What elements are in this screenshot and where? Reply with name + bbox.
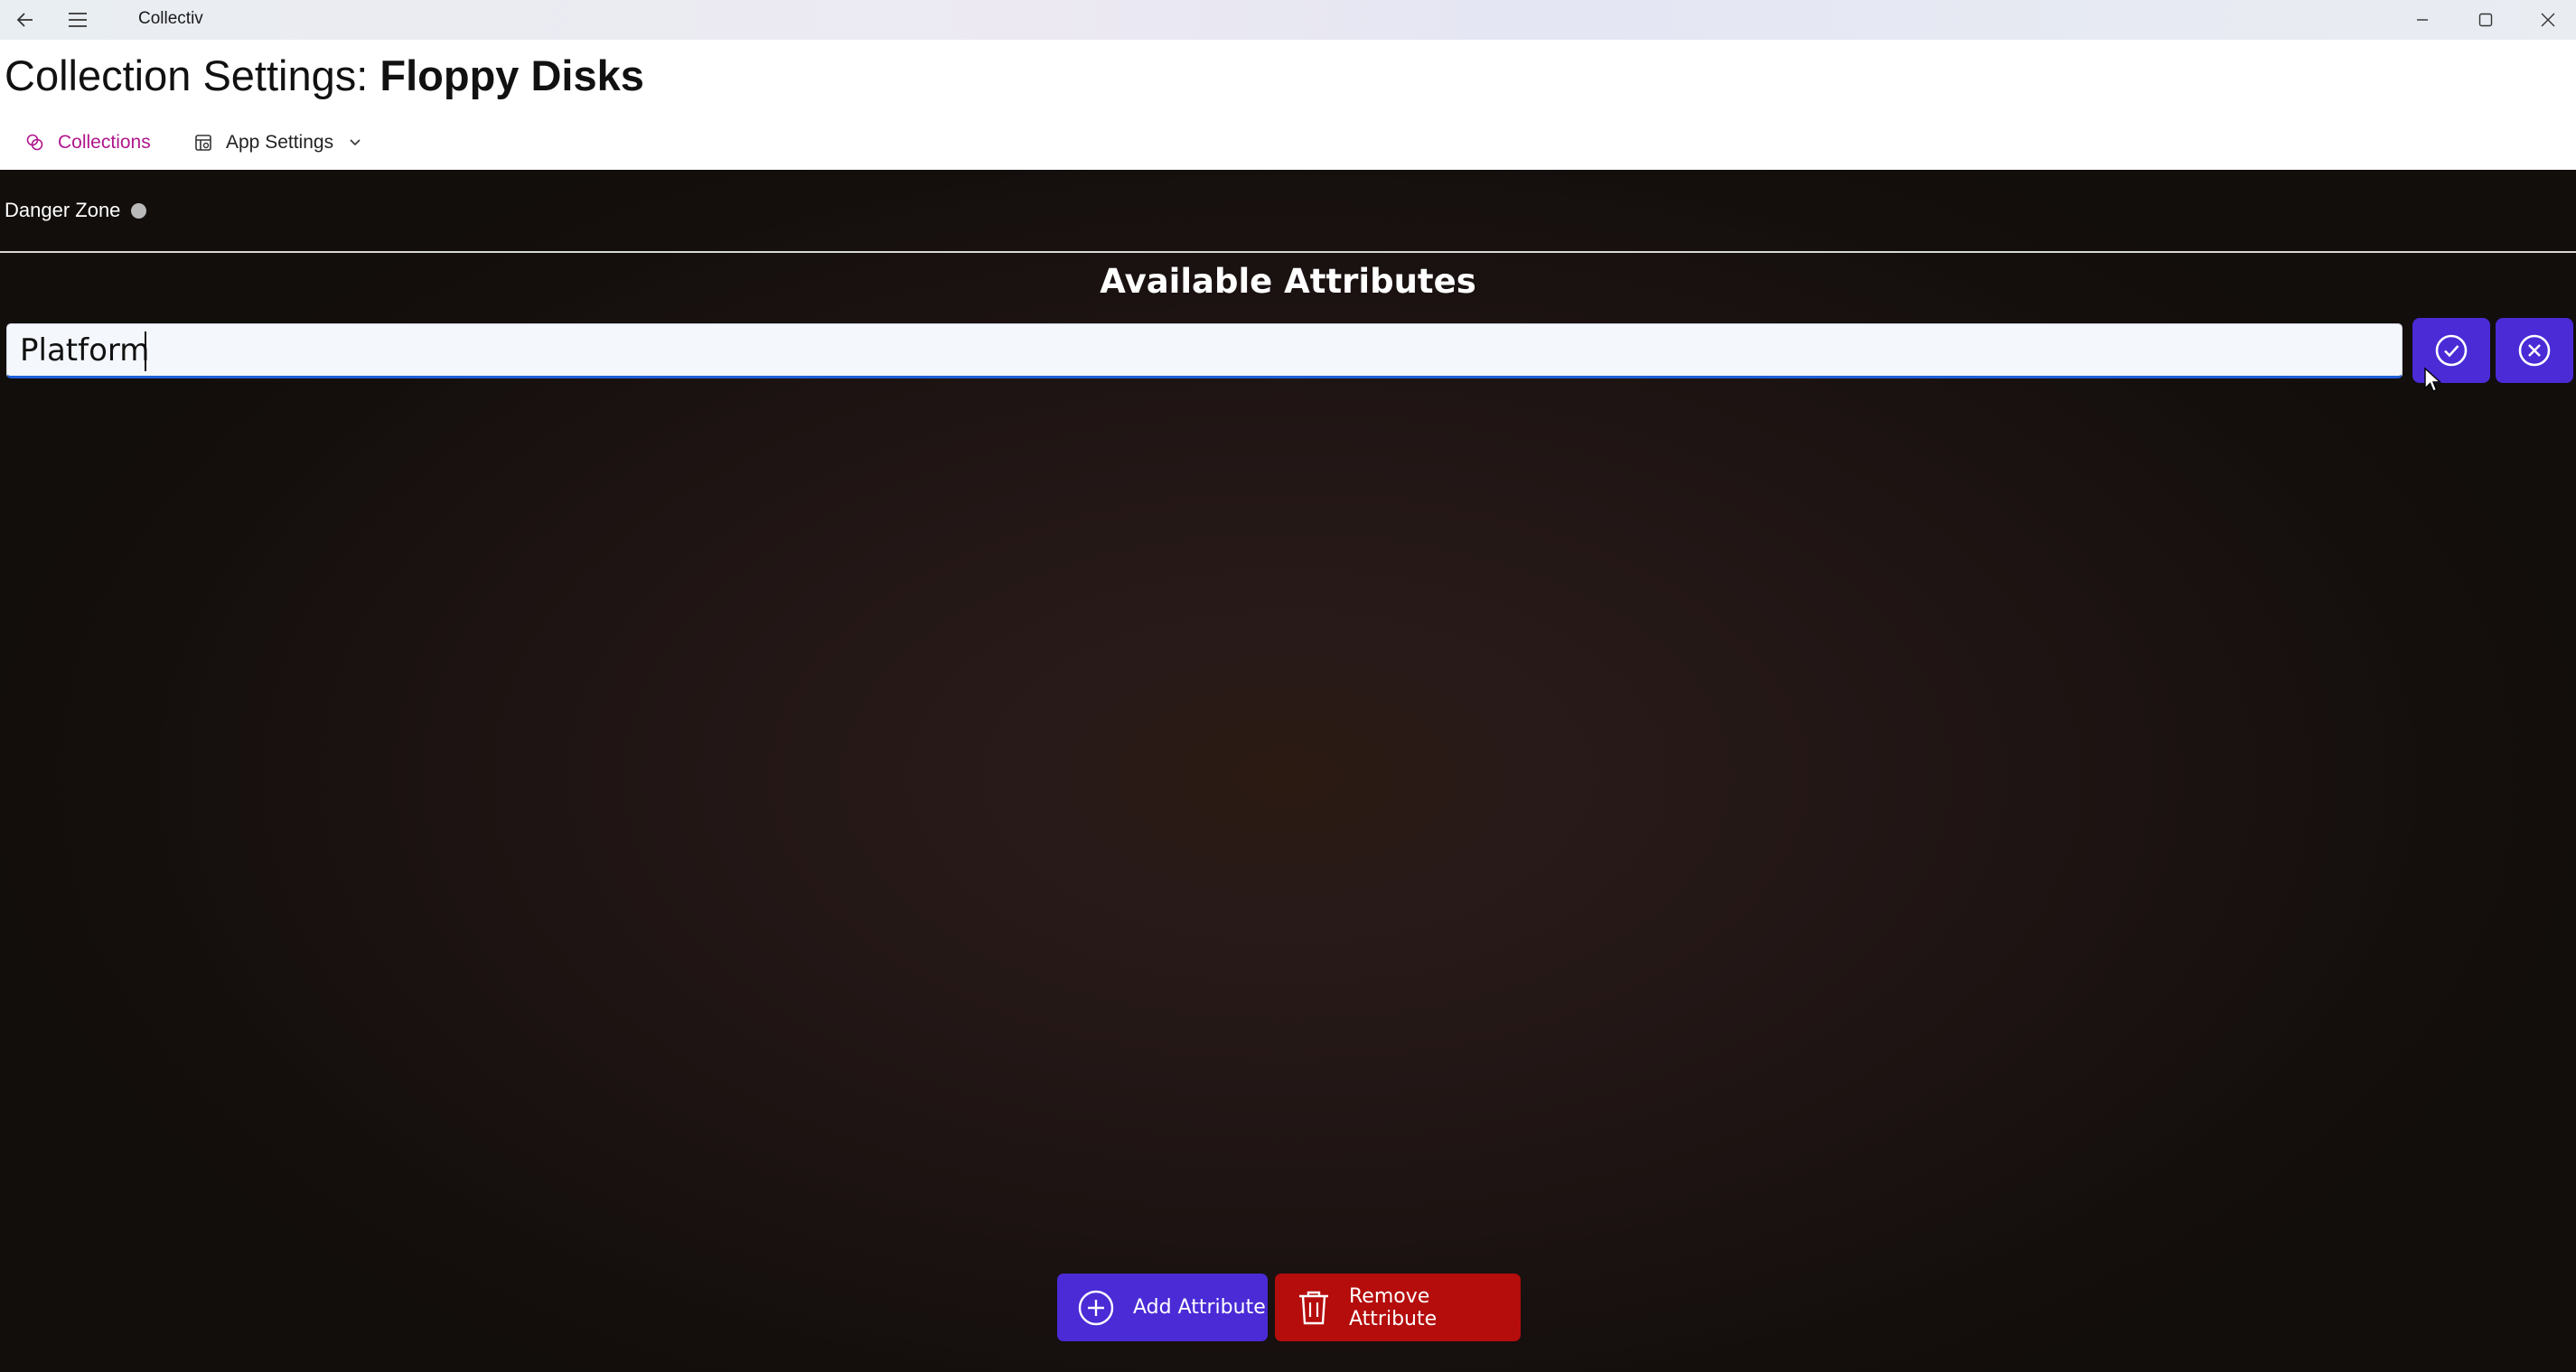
- add-attribute-label: Add Attribute: [1133, 1296, 1266, 1319]
- back-arrow-icon: [16, 13, 33, 27]
- nav-item-label: App Settings: [226, 132, 334, 153]
- app-window: Collectiv Collection Settings: Floppy Di…: [0, 0, 2576, 1372]
- main-content: Danger Zone Available Attributes Platfor…: [0, 170, 2576, 1372]
- danger-zone-label: Danger Zone: [5, 199, 121, 221]
- minimize-button[interactable]: [2398, 0, 2447, 40]
- danger-zone-indicator[interactable]: [131, 202, 147, 219]
- divider: [0, 251, 2576, 253]
- collection-name: Floppy Disks: [379, 51, 644, 99]
- maximize-button[interactable]: [2461, 0, 2510, 40]
- x-circle-icon: [2518, 334, 2551, 367]
- nav-item-label: Collections: [58, 132, 151, 153]
- attribute-name-input[interactable]: [6, 323, 2403, 378]
- title-bar: Collectiv: [0, 0, 2576, 40]
- page-header: Collection Settings: Floppy Disks Collec…: [0, 40, 2576, 200]
- remove-attribute-label: Remove Attribute: [1349, 1284, 1438, 1330]
- check-circle-icon: [2435, 334, 2468, 367]
- mouse-pointer-icon: [2423, 367, 2443, 398]
- remove-attribute-button[interactable]: Remove Attribute: [1275, 1274, 1521, 1341]
- plus-circle-icon: [1077, 1289, 1115, 1327]
- danger-zone-toggle[interactable]: Danger Zone: [5, 199, 147, 222]
- top-navigation: Collections App Settings: [0, 121, 542, 200]
- close-window-button[interactable]: [2524, 0, 2572, 40]
- section-title: Available Attributes: [1100, 262, 1476, 301]
- menu-button[interactable]: [60, 0, 96, 40]
- chevron-down-icon: [348, 137, 362, 148]
- collections-icon: [25, 133, 45, 153]
- cancel-button[interactable]: [2496, 318, 2573, 383]
- add-attribute-button[interactable]: Add Attribute: [1057, 1274, 1268, 1341]
- nav-item-collections[interactable]: Collections: [25, 121, 151, 164]
- minimize-icon: [2417, 19, 2428, 21]
- page-title-prefix: Collection Settings:: [5, 51, 380, 99]
- window-title: Collectiv: [138, 9, 203, 28]
- app-settings-icon: [193, 133, 213, 153]
- page-title: Collection Settings: Floppy Disks: [5, 51, 644, 100]
- trash-icon: [1297, 1289, 1331, 1327]
- close-icon: [2541, 13, 2555, 27]
- back-button[interactable]: [7, 0, 43, 40]
- nav-item-app-settings[interactable]: App Settings: [193, 121, 362, 164]
- maximize-icon: [2478, 13, 2493, 27]
- hamburger-icon: [69, 13, 87, 27]
- text-caret: [145, 331, 146, 371]
